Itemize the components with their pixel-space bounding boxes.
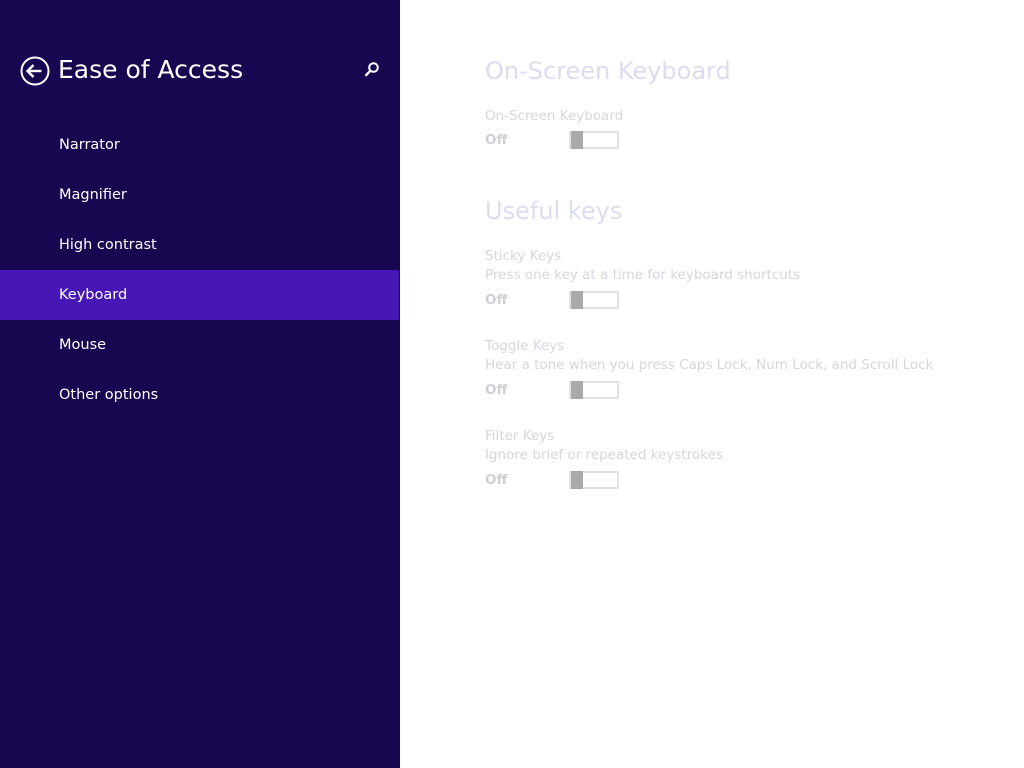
toggle-thumb xyxy=(571,381,583,399)
sidebar-item-magnifier[interactable]: Magnifier xyxy=(0,170,399,220)
toggle-thumb xyxy=(571,291,583,309)
page-title: Ease of Access xyxy=(58,55,244,84)
sidebar-item-keyboard[interactable]: Keyboard xyxy=(0,270,399,320)
pc-settings-window: Ease of Access Narrator Magnifier High c… xyxy=(0,0,1024,768)
sidebar-item-narrator[interactable]: Narrator xyxy=(0,120,399,170)
settings-content: On-Screen Keyboard On-Screen Keyboard Of… xyxy=(400,0,1024,768)
sticky-keys-toggle[interactable] xyxy=(569,291,619,309)
on-screen-keyboard-state: Off xyxy=(485,132,508,148)
sidebar-item-mouse[interactable]: Mouse xyxy=(0,320,399,370)
search-icon xyxy=(360,58,384,82)
toggle-keys-label: Toggle Keys xyxy=(485,338,565,354)
sidebar-item-label: Keyboard xyxy=(59,287,128,303)
filter-keys-label: Filter Keys xyxy=(485,428,555,444)
on-screen-keyboard-toggle[interactable] xyxy=(569,131,619,149)
back-arrow-circle-icon xyxy=(20,56,50,86)
sidebar-nav: Narrator Magnifier High contrast Keyboar… xyxy=(0,120,400,420)
on-screen-keyboard-label: On-Screen Keyboard xyxy=(485,108,624,124)
filter-keys-description: Ignore brief or repeated keystrokes xyxy=(485,447,723,463)
sidebar-item-label: Magnifier xyxy=(59,187,127,203)
toggle-thumb xyxy=(571,131,583,149)
toggle-keys-description: Hear a tone when you press Caps Lock, Nu… xyxy=(485,357,934,373)
sidebar: Ease of Access Narrator Magnifier High c… xyxy=(0,0,400,768)
sidebar-item-high-contrast[interactable]: High contrast xyxy=(0,220,399,270)
sidebar-item-label: Other options xyxy=(59,387,159,403)
section-heading-useful-keys: Useful keys xyxy=(485,197,623,225)
sidebar-item-other-options[interactable]: Other options xyxy=(0,370,399,420)
toggle-thumb xyxy=(571,471,583,489)
toggle-keys-toggle[interactable] xyxy=(569,381,619,399)
sticky-keys-label: Sticky Keys xyxy=(485,248,562,264)
sticky-keys-description: Press one key at a time for keyboard sho… xyxy=(485,267,801,283)
search-button[interactable] xyxy=(360,58,384,82)
back-button[interactable] xyxy=(20,56,50,86)
sidebar-item-label: Mouse xyxy=(59,337,107,353)
toggle-keys-state: Off xyxy=(485,382,508,398)
section-heading-on-screen-keyboard: On-Screen Keyboard xyxy=(485,57,731,85)
sidebar-item-label: High contrast xyxy=(59,237,157,253)
sticky-keys-state: Off xyxy=(485,292,508,308)
sidebar-item-label: Narrator xyxy=(59,137,120,153)
filter-keys-state: Off xyxy=(485,472,508,488)
filter-keys-toggle[interactable] xyxy=(569,471,619,489)
